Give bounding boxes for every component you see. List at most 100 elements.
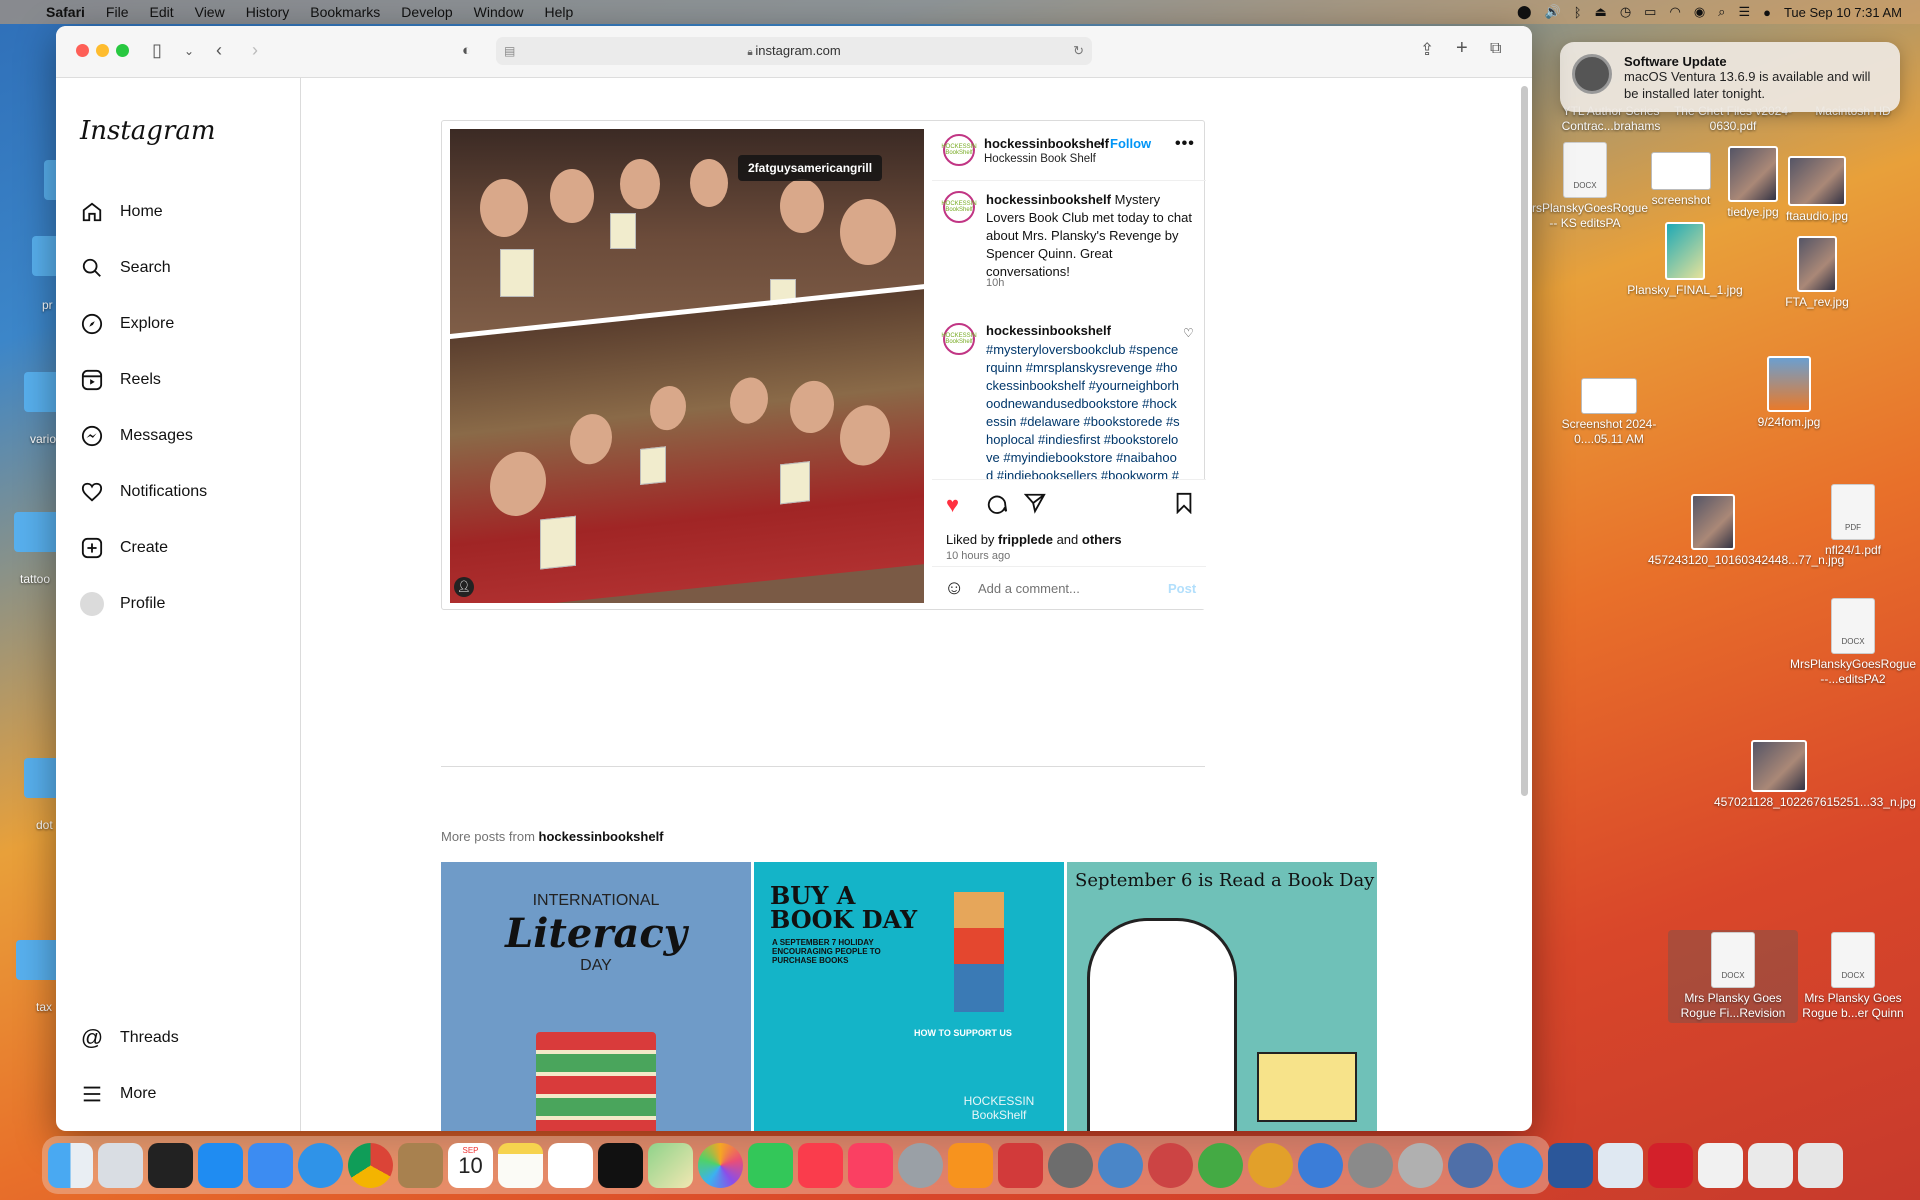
sidebar-toggle-icon[interactable]: ▯	[152, 40, 162, 61]
finder-icon[interactable]	[48, 1142, 93, 1188]
desktop-file[interactable]: DOCX Mrs Plansky Goes Rogue Fi...Revision	[1668, 930, 1798, 1023]
siri-icon[interactable]: ●	[1763, 5, 1771, 20]
forward-button[interactable]: ›	[252, 40, 258, 61]
freeform-icon[interactable]	[548, 1142, 593, 1188]
liked-heart-icon[interactable]: ♥	[946, 492, 959, 518]
back-button[interactable]: ‹	[216, 40, 222, 61]
desktop-file[interactable]: Plansky_FINAL_1.jpg	[1620, 222, 1750, 298]
safari-icon[interactable]	[298, 1142, 343, 1188]
nav-messages[interactable]: Messages	[80, 416, 193, 456]
nav-reels[interactable]: Reels	[80, 360, 161, 400]
mail-icon[interactable]	[248, 1142, 293, 1188]
comment-input[interactable]: Add a comment...	[978, 581, 1080, 596]
nav-explore[interactable]: Explore	[80, 304, 174, 344]
unavailable-app-icon[interactable]	[1248, 1142, 1293, 1188]
menu-edit[interactable]: Edit	[149, 4, 173, 20]
desktop-file[interactable]: 9/24fom.jpg	[1724, 356, 1854, 430]
unavailable-app-icon[interactable]	[1398, 1142, 1443, 1188]
zoom-window-button[interactable]	[116, 44, 129, 57]
music-icon[interactable]	[848, 1142, 893, 1188]
menu-bookmarks[interactable]: Bookmarks	[310, 4, 380, 20]
menu-app-name[interactable]: Safari	[46, 4, 85, 20]
document-stack-icon[interactable]	[1698, 1142, 1743, 1188]
time-machine-icon[interactable]: ◷	[1620, 4, 1631, 20]
menu-clock[interactable]: Tue Sep 10 7:31 AM	[1784, 5, 1902, 20]
emoji-icon[interactable]: ☺	[944, 577, 964, 600]
user-icon[interactable]: ◉	[1694, 4, 1705, 20]
app-store-icon[interactable]	[198, 1142, 243, 1188]
desktop-file[interactable]: ftaaudio.jpg	[1752, 156, 1882, 224]
account-username[interactable]: hockessinbookshelf	[984, 136, 1109, 151]
new-tab-icon[interactable]: +	[1456, 37, 1468, 60]
downloads-stack-icon[interactable]	[1748, 1142, 1793, 1188]
desktop-file[interactable]: Screenshot 2024-0....05.11 AM	[1544, 378, 1674, 447]
unavailable-app-icon[interactable]	[1198, 1142, 1243, 1188]
desktop-file[interactable]: FTA_rev.jpg	[1752, 236, 1882, 310]
mission-control-icon[interactable]	[148, 1142, 193, 1188]
more-post-tile[interactable]: BUY A BOOK DAY A SEPTEMBER 7 HOLIDAY ENC…	[754, 862, 1064, 1131]
desktop-folder[interactable]	[14, 512, 60, 552]
notes-icon[interactable]	[498, 1142, 543, 1188]
bookmark-icon[interactable]	[1174, 492, 1194, 520]
caption-avatar[interactable]: HOCKESSIN BookShelf	[941, 191, 977, 223]
liked-by-others[interactable]: others	[1082, 532, 1122, 547]
nav-home[interactable]: Home	[80, 192, 163, 232]
unavailable-app-icon[interactable]	[1348, 1142, 1393, 1188]
desktop-file[interactable]: DOCX MrsPlanskyGoesRogue --...editsPA2	[1788, 598, 1918, 687]
menu-develop[interactable]: Develop	[401, 4, 452, 20]
launchpad-icon[interactable]	[98, 1142, 143, 1188]
desktop-file[interactable]: PDF nfl24/1.pdf	[1788, 484, 1918, 558]
unavailable-app-icon[interactable]	[1298, 1142, 1343, 1188]
instagram-logo[interactable]: Instagram	[80, 116, 216, 146]
share-icon[interactable]	[1023, 492, 1046, 520]
more-post-tile[interactable]: September 6 is Read a Book Day	[1067, 862, 1377, 1131]
apple-tv-icon[interactable]	[598, 1142, 643, 1188]
calendar-icon[interactable]: SEP 10	[448, 1142, 493, 1188]
liked-by-user[interactable]: fripplede	[998, 532, 1053, 547]
unavailable-app-icon[interactable]	[898, 1142, 943, 1188]
menu-view[interactable]: View	[195, 4, 225, 20]
volume-icon[interactable]: 🔊	[1545, 4, 1561, 20]
comment-username[interactable]: hockessinbookshelf	[986, 323, 1111, 338]
comment-icon[interactable]	[986, 492, 1008, 520]
minimize-window-button[interactable]	[96, 44, 109, 57]
tagged-users-icon[interactable]: 👤︎	[454, 577, 474, 597]
books-icon[interactable]	[948, 1142, 993, 1188]
news-icon[interactable]	[798, 1142, 843, 1188]
more-options-icon[interactable]: •••	[1175, 135, 1195, 153]
comment-avatar[interactable]: HOCKESSIN BookShelf	[941, 323, 977, 355]
more-post-tile[interactable]: INTERNATIONAL Literacy DAY	[441, 862, 751, 1131]
reload-icon[interactable]: ↻	[1073, 37, 1084, 65]
nav-create[interactable]: Create	[80, 528, 168, 568]
eject-icon[interactable]: ⏏	[1595, 4, 1607, 20]
post-comment-button[interactable]: Post	[1168, 581, 1196, 596]
privacy-shield-icon[interactable]: ◐	[462, 42, 471, 59]
scrollbar[interactable]	[1521, 86, 1528, 796]
like-comment-heart-icon[interactable]: ♡	[1183, 326, 1194, 340]
battery-icon[interactable]: ▭	[1644, 4, 1656, 20]
chevron-down-icon[interactable]: ⌄	[184, 44, 194, 58]
more-posts-username[interactable]: hockessinbookshelf	[539, 829, 664, 844]
post-photo[interactable]: 2fatguysamericangrill 👤︎	[450, 129, 924, 603]
bluetooth-icon[interactable]: ᛒ	[1574, 5, 1582, 20]
chrome-icon[interactable]	[348, 1142, 393, 1188]
account-subtitle[interactable]: Hockessin Book Shelf	[984, 153, 1096, 165]
facetime-icon[interactable]	[748, 1142, 793, 1188]
contacts-icon[interactable]	[398, 1142, 443, 1188]
unavailable-app-icon[interactable]	[1448, 1142, 1493, 1188]
desktop-file[interactable]: DOCX Mrs Plansky Goes Rogue b...er Quinn	[1788, 932, 1918, 1021]
menu-window[interactable]: Window	[474, 4, 524, 20]
photo-location-tag[interactable]: 2fatguysamericangrill	[738, 155, 883, 181]
photos-icon[interactable]	[698, 1142, 743, 1188]
trash-icon[interactable]	[1798, 1142, 1843, 1188]
nav-profile[interactable]: Profile	[80, 584, 165, 624]
nav-notifications[interactable]: Notifications	[80, 472, 207, 512]
nav-more[interactable]: More	[80, 1074, 156, 1114]
control-center-icon[interactable]: ☰	[1738, 4, 1750, 20]
system-settings-icon[interactable]	[1048, 1142, 1093, 1188]
close-window-button[interactable]	[76, 44, 89, 57]
tab-overview-icon[interactable]: ⧉	[1490, 40, 1501, 58]
menu-history[interactable]: History	[246, 4, 290, 20]
desktop-file[interactable]: 457243120_10160342448...77_n.jpg	[1648, 494, 1844, 568]
menu-help[interactable]: Help	[544, 4, 573, 20]
